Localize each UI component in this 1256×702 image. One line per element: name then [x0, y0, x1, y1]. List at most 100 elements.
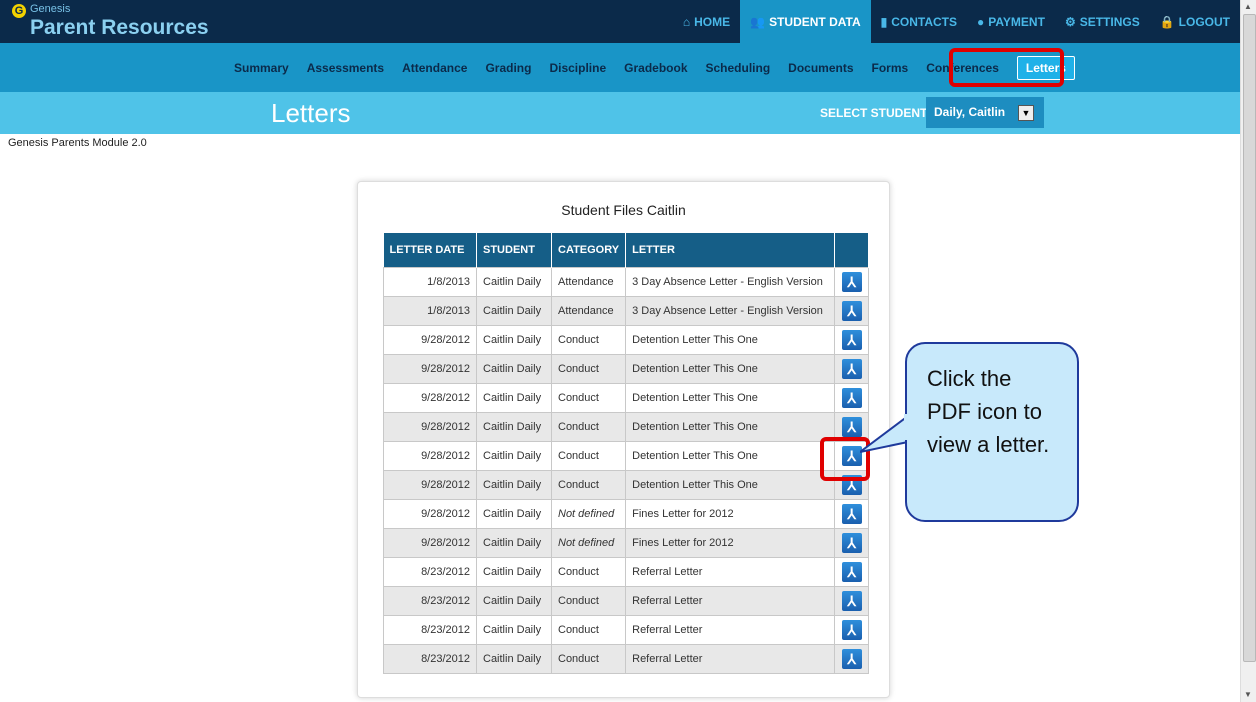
student-cell: Caitlin Daily	[476, 586, 552, 616]
student-cell: Caitlin Daily	[476, 383, 552, 413]
student-cell: Caitlin Daily	[476, 644, 552, 674]
subnav-assessments[interactable]: Assessments	[307, 61, 384, 75]
category-cell: Conduct	[550, 383, 627, 413]
category-cell: Conduct	[550, 441, 627, 471]
scroll-down-icon[interactable]: ▼	[1244, 690, 1252, 699]
nav-contacts-label: CONTACTS	[891, 14, 957, 29]
letter-date-cell: 8/23/2012	[383, 644, 477, 674]
table-row: 1/8/2013 Caitlin Daily Attendance 3 Day Abs…	[383, 267, 870, 297]
col-letter: LETTER	[625, 233, 836, 268]
users-icon: 👥	[750, 14, 766, 29]
pdf-cell: ⅄	[834, 325, 870, 355]
student-cell: Caitlin Daily	[476, 296, 552, 326]
letter-name-cell: Detention Letter This One	[625, 325, 836, 355]
letters-tab-highlight	[949, 48, 1064, 87]
module-version-label: Genesis Parents Module 2.0	[8, 137, 147, 149]
nav-logout[interactable]: 🔒 LOGOUT	[1150, 0, 1240, 43]
pdf-icon[interactable]: ⅄	[841, 388, 862, 408]
category-cell: Not defined	[550, 499, 627, 529]
pdf-icon[interactable]: ⅄	[841, 359, 862, 379]
nav-student-data-label: STUDENT DATA	[769, 14, 861, 29]
table-row: 9/28/2012 Caitlin Daily Not defined Fines L…	[383, 499, 870, 529]
logo-main-text[interactable]: Parent Resources	[30, 16, 209, 40]
nav-contacts[interactable]: ▮ CONTACTS	[871, 0, 967, 43]
nav-student-data[interactable]: 👥 STUDENT DATA	[740, 0, 871, 43]
category-cell: Conduct	[550, 586, 627, 616]
nav-payment[interactable]: ● PAYMENT	[967, 0, 1055, 43]
table-row: 9/28/2012 Caitlin Daily Conduct Detention L…	[383, 354, 870, 384]
top-header: G Genesis Parent Resources ⌂ HOME 👥 STUD…	[0, 0, 1240, 43]
subnav-scheduling[interactable]: Scheduling	[706, 61, 771, 75]
letter-name-cell: Detention Letter This One	[625, 412, 836, 442]
page-title: Letters	[271, 98, 351, 128]
category-cell: Conduct	[550, 470, 627, 500]
pdf-icon[interactable]: ⅄	[841, 533, 862, 553]
pdf-cell: ⅄	[834, 528, 870, 558]
payment-icon: ●	[977, 14, 985, 29]
pdf-icon[interactable]: ⅄	[841, 504, 862, 524]
student-cell: Caitlin Daily	[476, 441, 552, 471]
callout-box: Click the PDF icon to view a letter.	[905, 342, 1079, 522]
category-cell: Attendance	[550, 267, 627, 297]
category-cell: Conduct	[550, 412, 627, 442]
subnav-grading[interactable]: Grading	[485, 61, 531, 75]
letters-table: LETTER DATE STUDENT CATEGORY LETTER 1/8/…	[383, 233, 870, 674]
student-cell: Caitlin Daily	[476, 557, 552, 587]
subnav-forms[interactable]: Forms	[872, 61, 909, 75]
letter-date-cell: 8/23/2012	[383, 586, 477, 616]
select-student-dropdown[interactable]: Daily, Caitlin ▼	[926, 97, 1044, 128]
col-pdf	[834, 233, 870, 268]
pdf-icon[interactable]: ⅄	[841, 591, 862, 611]
pdf-icon[interactable]: ⅄	[841, 562, 862, 582]
pdf-cell: ⅄	[834, 557, 870, 587]
letter-name-cell: Referral Letter	[625, 644, 836, 674]
letter-date-cell: 9/28/2012	[383, 412, 477, 442]
subnav-attendance[interactable]: Attendance	[402, 61, 467, 75]
student-cell: Caitlin Daily	[476, 325, 552, 355]
table-header-row: LETTER DATE STUDENT CATEGORY LETTER	[383, 233, 870, 268]
letter-name-cell: Fines Letter for 2012	[625, 528, 836, 558]
select-student-label: SELECT STUDENT:	[820, 106, 931, 120]
letter-date-cell: 9/28/2012	[383, 325, 477, 355]
table-row: 9/28/2012 Caitlin Daily Conduct Detention L…	[383, 470, 870, 500]
nav-settings-label: SETTINGS	[1079, 14, 1140, 29]
pdf-cell: ⅄	[834, 267, 870, 297]
pdf-icon[interactable]: ⅄	[841, 330, 862, 350]
subnav-gradebook[interactable]: Gradebook	[624, 61, 687, 75]
chevron-down-icon[interactable]: ▼	[1018, 105, 1034, 121]
genesis-logo-icon: G	[12, 4, 26, 18]
letter-date-cell: 9/28/2012	[383, 499, 477, 529]
letter-name-cell: Referral Letter	[625, 615, 836, 645]
pdf-cell: ⅄	[834, 354, 870, 384]
letter-name-cell: Referral Letter	[625, 557, 836, 587]
table-row: 8/23/2012 Caitlin Daily Conduct Referral Le…	[383, 557, 870, 587]
vertical-scrollbar[interactable]: ▲ ▼	[1240, 0, 1256, 702]
lock-icon: 🔒	[1159, 14, 1175, 29]
nav-settings[interactable]: ⚙ SETTINGS	[1055, 0, 1150, 43]
nav-home[interactable]: ⌂ HOME	[673, 0, 740, 43]
pdf-icon[interactable]: ⅄	[841, 649, 862, 669]
table-row: 9/28/2012 Caitlin Daily Conduct Detention L…	[383, 325, 870, 355]
letter-date-cell: 1/8/2013	[383, 296, 477, 326]
pdf-icon[interactable]: ⅄	[841, 620, 862, 640]
letter-date-cell: 9/28/2012	[383, 354, 477, 384]
pdf-icon[interactable]: ⅄	[841, 301, 862, 321]
subnav-summary[interactable]: Summary	[234, 61, 289, 75]
category-cell: Conduct	[550, 615, 627, 645]
letter-name-cell: Detention Letter This One	[625, 354, 836, 384]
subnav-discipline[interactable]: Discipline	[549, 61, 606, 75]
letter-name-cell: Referral Letter	[625, 586, 836, 616]
letter-date-cell: 9/28/2012	[383, 383, 477, 413]
scroll-thumb[interactable]	[1243, 14, 1256, 662]
table-row: 9/28/2012 Caitlin Daily Conduct Detention L…	[383, 412, 870, 442]
subnav-documents[interactable]: Documents	[788, 61, 853, 75]
pdf-cell: ⅄	[834, 615, 870, 645]
category-cell: Conduct	[550, 354, 627, 384]
student-cell: Caitlin Daily	[476, 528, 552, 558]
pdf-icon[interactable]: ⅄	[841, 272, 862, 292]
selected-student-value: Daily, Caitlin	[934, 105, 1006, 119]
letter-date-cell: 1/8/2013	[383, 267, 477, 297]
title-band	[0, 92, 1240, 134]
scroll-up-icon[interactable]: ▲	[1244, 2, 1252, 11]
pdf-icon[interactable]: ⅄	[841, 417, 862, 437]
